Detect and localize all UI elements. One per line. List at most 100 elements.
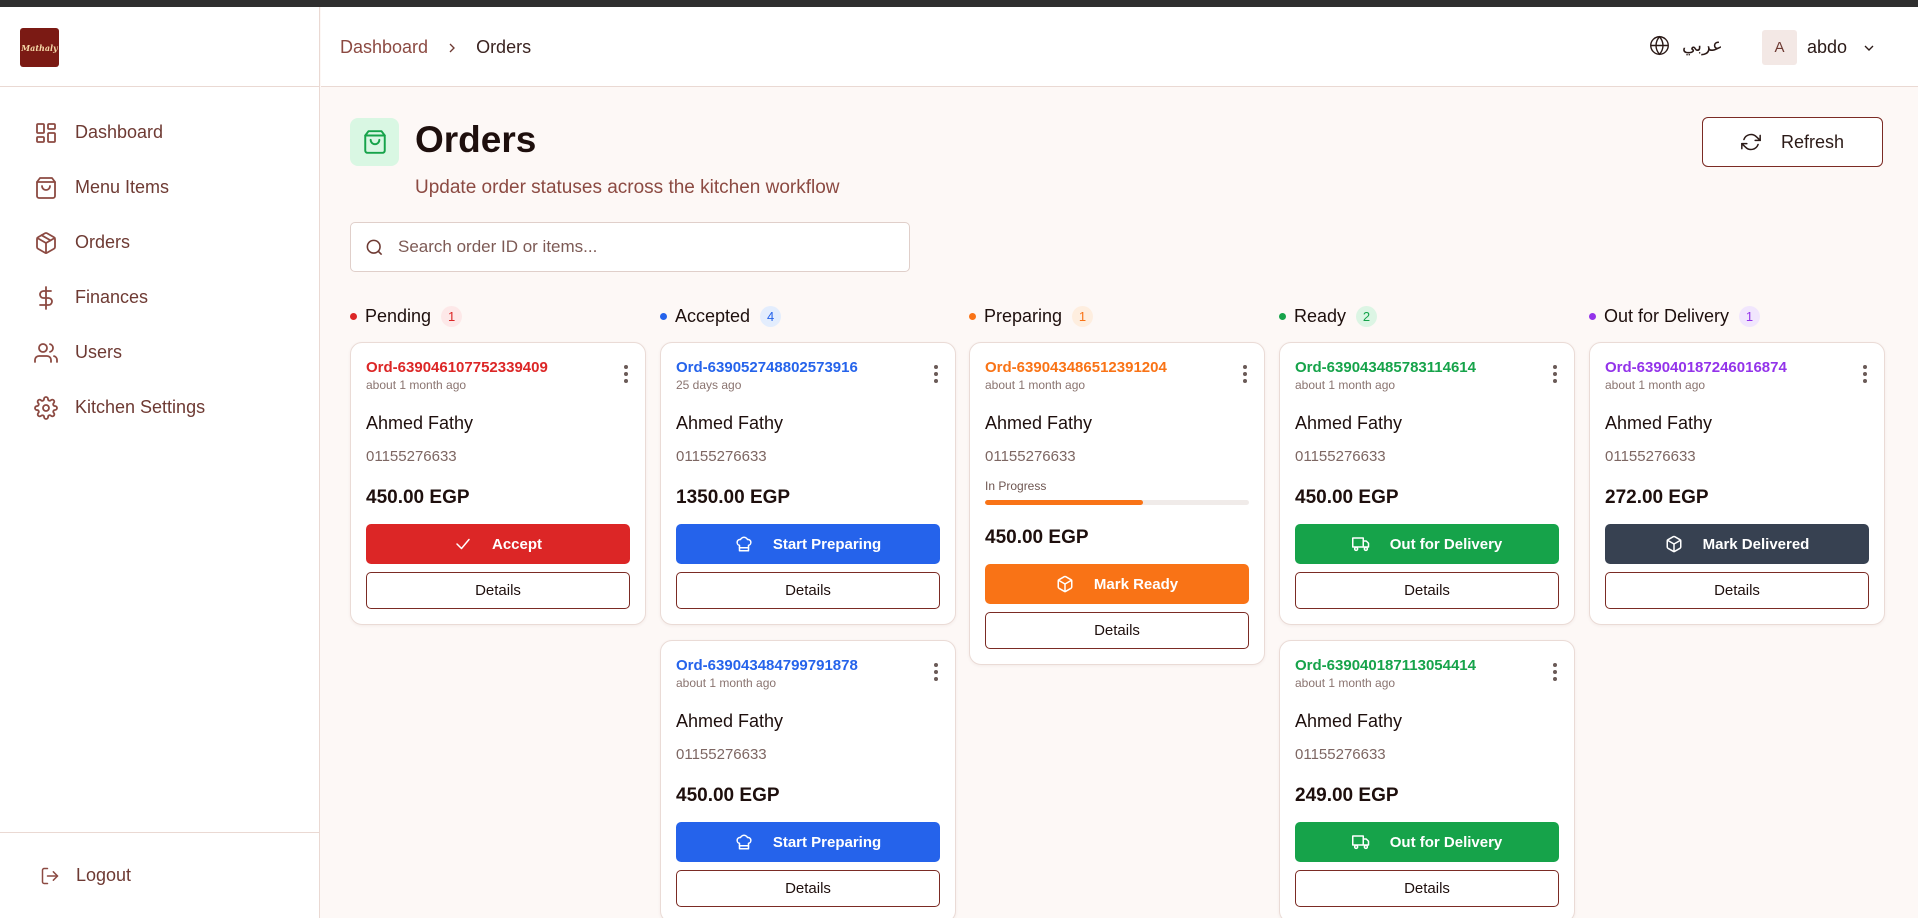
more-vertical-icon[interactable] xyxy=(624,365,628,383)
action-label: Out for Delivery xyxy=(1389,833,1503,851)
column-title: Pending xyxy=(365,305,432,326)
order-card: Ord-639043485783114614 about 1 month ago… xyxy=(1279,342,1575,625)
more-vertical-icon[interactable] xyxy=(1553,663,1557,681)
orders-title-icon xyxy=(350,118,399,166)
accept-button[interactable]: Accept xyxy=(366,524,630,564)
mark-delivered-button[interactable]: Mark Delivered xyxy=(1605,524,1869,564)
details-button[interactable]: Details xyxy=(676,572,940,609)
shopping-bag-icon xyxy=(36,176,56,199)
start-preparing-button[interactable]: Start Preparing xyxy=(676,524,940,564)
order-id[interactable]: Ord-639046107752339409 xyxy=(366,359,630,376)
sidebar-item-finances[interactable]: Finances xyxy=(0,270,319,325)
breadcrumb-dashboard-link[interactable]: Dashboard xyxy=(340,37,428,58)
order-id[interactable]: Ord-639043485783114614 xyxy=(1295,359,1559,376)
customer-phone: 01155276633 xyxy=(676,746,767,763)
column-header: Out for Delivery 1 xyxy=(1589,302,1885,330)
more-vertical-icon[interactable] xyxy=(1553,365,1557,383)
user-name: abdo xyxy=(1807,37,1848,57)
column-out-for-delivery: Out for Delivery 1 Ord-63904018724601687… xyxy=(1589,302,1885,640)
details-button[interactable]: Details xyxy=(985,612,1249,649)
action-label: Mark Ready xyxy=(1093,575,1179,593)
order-time: about 1 month ago xyxy=(1295,378,1396,392)
customer-phone: 01155276633 xyxy=(1605,448,1696,465)
details-button[interactable]: Details xyxy=(1605,572,1869,609)
package-icon xyxy=(1057,575,1073,593)
more-vertical-icon[interactable] xyxy=(1863,365,1867,383)
customer-name: Ahmed Fathy xyxy=(366,413,474,433)
refresh-label: Refresh xyxy=(1780,131,1845,152)
details-button[interactable]: Details xyxy=(676,870,940,907)
action-label: Start Preparing xyxy=(772,833,882,851)
language-switcher[interactable]: عربي xyxy=(1649,35,1723,56)
mark-ready-button[interactable]: Mark Ready xyxy=(985,564,1249,604)
order-total: 450.00 EGP xyxy=(985,527,1089,548)
sidebar-item-kitchen-settings[interactable]: Kitchen Settings xyxy=(0,380,319,435)
breadcrumb: Dashboard Orders xyxy=(340,37,531,58)
sidebar-item-label: Orders xyxy=(75,232,131,252)
more-vertical-icon[interactable] xyxy=(1243,365,1247,383)
truck-icon xyxy=(1351,835,1369,850)
avatar: A xyxy=(1762,30,1797,65)
shopping-bag-icon xyxy=(363,130,386,154)
customer-name: Ahmed Fathy xyxy=(1605,413,1713,433)
order-id[interactable]: Ord-639043486512391204 xyxy=(985,359,1249,376)
column-title: Out for Delivery xyxy=(1604,305,1730,326)
sidebar-logo-row: Mathaly xyxy=(0,7,319,87)
sidebar-item-dashboard[interactable]: Dashboard xyxy=(0,105,319,160)
logout-button[interactable]: Logout xyxy=(40,865,131,886)
sidebar-item-orders[interactable]: Orders xyxy=(0,215,319,270)
order-id[interactable]: Ord-639040187246016874 xyxy=(1605,359,1869,376)
brand-logo-text: Mathaly xyxy=(21,42,58,53)
customer-name: Ahmed Fathy xyxy=(676,413,784,433)
order-card: Ord-639040187246016874 about 1 month ago… xyxy=(1589,342,1885,625)
order-total: 450.00 EGP xyxy=(676,785,780,806)
order-id[interactable]: Ord-639043484799791878 xyxy=(676,657,940,674)
column-title: Ready xyxy=(1294,305,1347,326)
refresh-button[interactable]: Refresh xyxy=(1702,117,1883,167)
chevron-right-icon xyxy=(449,43,456,52)
order-time: about 1 month ago xyxy=(1605,378,1706,392)
chevron-down-icon xyxy=(1864,45,1874,51)
order-card: Ord-639043484799791878 about 1 month ago… xyxy=(660,640,956,918)
refresh-icon xyxy=(1741,133,1761,151)
customer-phone: 01155276633 xyxy=(676,448,767,465)
customer-phone: 01155276633 xyxy=(1295,448,1386,465)
order-card: Ord-639043486512391204 about 1 month ago… xyxy=(969,342,1265,665)
out-for-delivery-button[interactable]: Out for Delivery xyxy=(1295,822,1559,862)
details-button[interactable]: Details xyxy=(366,572,630,609)
sidebar-item-users[interactable]: Users xyxy=(0,325,319,380)
order-card: Ord-639046107752339409 about 1 month ago… xyxy=(350,342,646,625)
out-for-delivery-button[interactable]: Out for Delivery xyxy=(1295,524,1559,564)
start-preparing-button[interactable]: Start Preparing xyxy=(676,822,940,862)
order-card: Ord-639040187113054414 about 1 month ago… xyxy=(1279,640,1575,918)
logout-label: Logout xyxy=(76,865,132,885)
sidebar-item-label: Users xyxy=(75,342,123,362)
details-button[interactable]: Details xyxy=(1295,870,1559,907)
globe-icon xyxy=(1650,35,1669,56)
sidebar-item-menu-items[interactable]: Menu Items xyxy=(0,160,319,215)
order-id[interactable]: Ord-639040187113054414 xyxy=(1295,657,1559,674)
brand-logo[interactable]: Mathaly xyxy=(20,28,59,67)
search-box xyxy=(350,222,910,272)
search-input[interactable] xyxy=(398,237,878,257)
action-label: Accept xyxy=(491,535,543,553)
sidebar-item-label: Menu Items xyxy=(75,177,170,197)
details-button[interactable]: Details xyxy=(1295,572,1559,609)
order-total: 450.00 EGP xyxy=(366,487,470,508)
column-accepted: Accepted 4 Ord-639052748802573916 25 day… xyxy=(660,302,956,918)
customer-name: Ahmed Fathy xyxy=(1295,711,1403,731)
search-icon xyxy=(366,239,383,255)
sidebar-footer: Logout xyxy=(0,832,319,918)
customer-phone: 01155276633 xyxy=(985,448,1076,465)
more-vertical-icon[interactable] xyxy=(934,663,938,681)
user-menu[interactable]: A abdo xyxy=(1762,30,1877,65)
column-count-badge: 1 xyxy=(1072,305,1094,327)
more-vertical-icon[interactable] xyxy=(934,365,938,383)
column-header: Preparing 1 xyxy=(969,302,1265,330)
column-title: Accepted xyxy=(675,305,751,326)
truck-icon xyxy=(1351,537,1369,552)
order-time: about 1 month ago xyxy=(985,378,1086,392)
customer-name: Ahmed Fathy xyxy=(676,711,784,731)
column-ready: Ready 2 Ord-639043485783114614 about 1 m… xyxy=(1279,302,1575,918)
order-id[interactable]: Ord-639052748802573916 xyxy=(676,359,940,376)
